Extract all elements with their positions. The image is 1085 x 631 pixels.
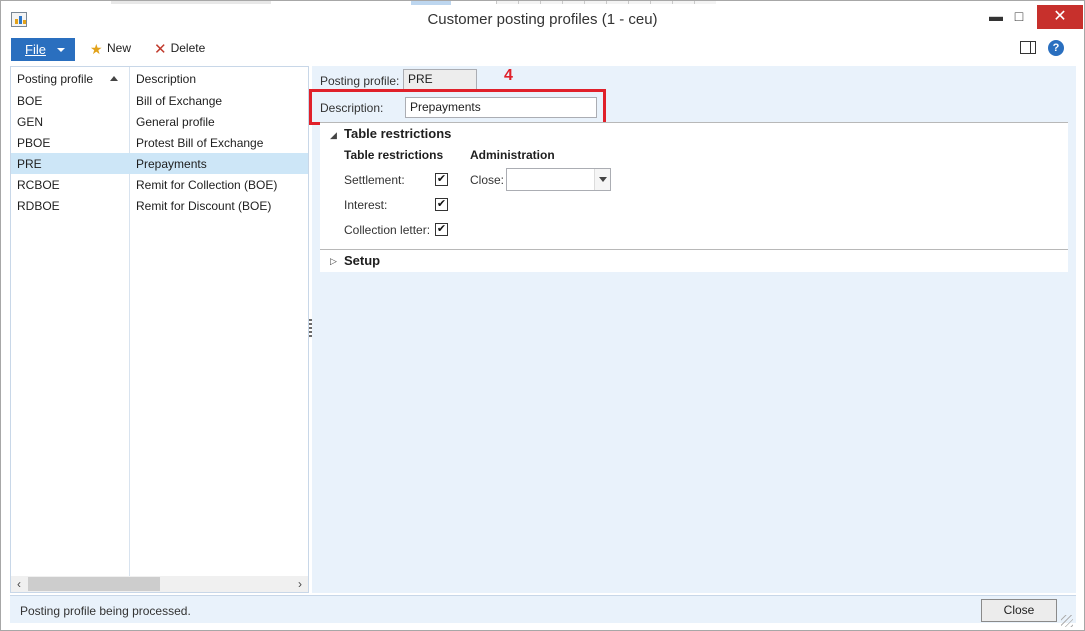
- section-title-setup[interactable]: Setup: [344, 253, 380, 268]
- posting-profile-label: Posting profile:: [320, 74, 400, 88]
- scrollbar-thumb[interactable]: [28, 577, 160, 591]
- new-button[interactable]: ★ New: [90, 41, 131, 57]
- settlement-checkbox[interactable]: ✔: [435, 173, 448, 186]
- new-icon: ★: [90, 41, 103, 57]
- group-title-administration: Administration: [470, 148, 555, 162]
- layout-panel-icon[interactable]: [1020, 41, 1036, 54]
- chevron-down-icon: [57, 48, 65, 52]
- action-pane: File ★ New ✕ Delete ?: [2, 37, 1084, 62]
- posting-profile-cell: PRE: [17, 157, 42, 171]
- help-icon[interactable]: ?: [1048, 40, 1064, 56]
- posting-profile-cell: BOE: [17, 94, 43, 108]
- group-title-table-restrictions: Table restrictions: [344, 148, 444, 162]
- posting-profile-field[interactable]: PRE: [403, 69, 477, 90]
- description-cell: Protest Bill of Exchange: [136, 136, 264, 150]
- delete-label: Delete: [170, 41, 206, 55]
- file-menu-label: File: [25, 42, 46, 57]
- customer-posting-profiles-window: Customer posting profiles (1 - ceu) ▬ □ …: [0, 0, 1085, 631]
- maximize-button[interactable]: □: [1004, 5, 1034, 27]
- collection-letter-checkbox[interactable]: ✔: [435, 223, 448, 236]
- chevron-down-icon[interactable]: [594, 169, 610, 190]
- interest-checkbox[interactable]: ✔: [435, 198, 448, 211]
- column-header-description[interactable]: Description: [136, 72, 196, 86]
- description-cell: General profile: [136, 115, 215, 129]
- table-row[interactable]: PBOE Protest Bill of Exchange: [11, 132, 308, 153]
- new-label: New: [107, 41, 132, 55]
- scroll-left-icon[interactable]: ‹: [11, 576, 27, 592]
- callout-number: 4: [504, 67, 513, 84]
- expand-triangle-icon[interactable]: ▷: [330, 256, 337, 267]
- settlement-label: Settlement:: [344, 173, 405, 187]
- description-field[interactable]: Prepayments: [405, 97, 597, 118]
- detail-panel: Posting profile: PRE 4 Description: Prep…: [309, 66, 1076, 593]
- close-combobox[interactable]: [506, 168, 611, 191]
- close-button[interactable]: Close: [981, 599, 1057, 622]
- posting-profile-cell: RDBOE: [17, 199, 60, 213]
- posting-profile-cell: RCBOE: [17, 178, 60, 192]
- background-strip: [411, 1, 451, 5]
- file-menu-button[interactable]: File: [11, 38, 75, 61]
- background-strip: [111, 1, 271, 4]
- delete-icon: ✕: [154, 41, 167, 58]
- grid-rows: BOE Bill of Exchange GEN General profile…: [11, 90, 308, 216]
- sort-ascending-icon: [110, 76, 118, 81]
- status-bar: Posting profile being processed. Close: [10, 595, 1076, 623]
- table-row-selected[interactable]: PRE Prepayments: [11, 153, 308, 174]
- description-label: Description:: [320, 101, 384, 115]
- posting-profile-grid: Posting profile Description BOE Bill of …: [10, 66, 309, 593]
- description-cell: Prepayments: [136, 157, 207, 171]
- status-message: Posting profile being processed.: [20, 604, 191, 618]
- grid-header: Posting profile Description: [11, 67, 308, 89]
- posting-profile-cell: GEN: [17, 115, 44, 129]
- collection-letter-label: Collection letter:: [344, 223, 431, 237]
- resize-grip-icon[interactable]: [1061, 615, 1073, 627]
- description-cell: Remit for Collection (BOE): [136, 178, 278, 192]
- scroll-right-icon[interactable]: ›: [292, 576, 308, 592]
- setup-section: ▷ Setup: [320, 250, 1068, 272]
- table-row[interactable]: BOE Bill of Exchange: [11, 90, 308, 111]
- table-row[interactable]: RCBOE Remit for Collection (BOE): [11, 174, 308, 195]
- close-label: Close:: [470, 173, 505, 187]
- posting-profile-cell: PBOE: [17, 136, 51, 150]
- close-window-button[interactable]: ✕: [1037, 5, 1083, 29]
- description-cell: Bill of Exchange: [136, 94, 223, 108]
- interest-label: Interest:: [344, 198, 388, 212]
- horizontal-scrollbar[interactable]: ‹ ›: [11, 576, 308, 592]
- table-restrictions-section: ◢ Table restrictions Table restrictions …: [320, 123, 1068, 249]
- column-header-posting-profile[interactable]: Posting profile: [17, 72, 93, 86]
- section-title-table-restrictions[interactable]: Table restrictions: [344, 126, 451, 141]
- delete-button[interactable]: ✕ Delete: [154, 41, 206, 58]
- table-row[interactable]: RDBOE Remit for Discount (BOE): [11, 195, 308, 216]
- description-cell: Remit for Discount (BOE): [136, 199, 272, 213]
- window-title: Customer posting profiles (1 - ceu): [427, 11, 658, 28]
- collapse-triangle-icon[interactable]: ◢: [330, 130, 337, 141]
- title-bar: Customer posting profiles (1 - ceu) ▬ □ …: [1, 1, 1084, 37]
- table-row[interactable]: GEN General profile: [11, 111, 308, 132]
- background-strip: [496, 1, 716, 4]
